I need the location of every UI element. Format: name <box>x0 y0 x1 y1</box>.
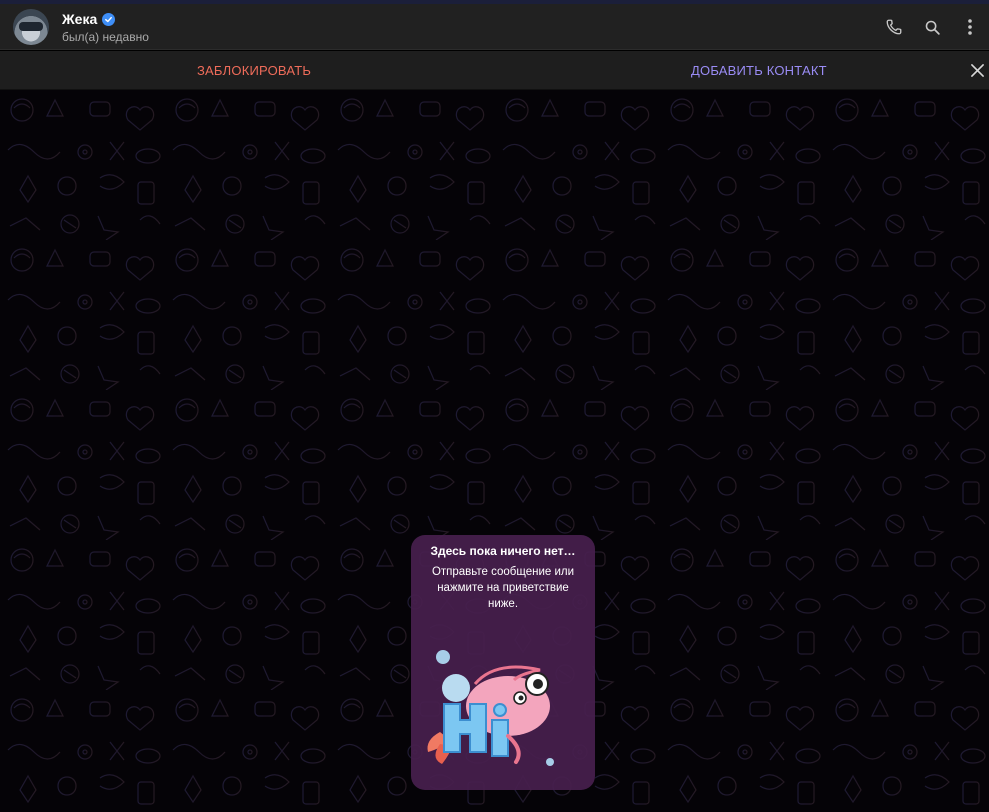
block-button[interactable]: ЗАБЛОКИРОВАТЬ <box>197 51 311 90</box>
hi-sticker[interactable] <box>420 640 570 770</box>
search-button[interactable] <box>913 4 951 50</box>
avatar[interactable] <box>13 9 49 45</box>
close-icon <box>970 64 984 77</box>
close-bar-button[interactable] <box>965 51 989 90</box>
empty-title: Здесь пока ничего нет… <box>430 544 576 558</box>
call-button[interactable] <box>875 4 913 50</box>
verified-icon <box>102 12 116 26</box>
add-contact-button[interactable]: ДОБАВИТЬ КОНТАКТ <box>691 51 827 90</box>
peer-status: был(а) недавно <box>62 30 149 44</box>
search-icon <box>925 20 940 35</box>
more-vertical-icon <box>968 19 972 35</box>
empty-description: Отправьте сообщение или нажмите на приве… <box>431 566 575 610</box>
chat-header: Жека был(а) недавно <box>0 4 989 50</box>
contact-action-bar: ЗАБЛОКИРОВАТЬ ДОБАВИТЬ КОНТАКТ <box>0 51 989 90</box>
more-button[interactable] <box>951 4 989 50</box>
peer-name: Жека <box>62 11 98 27</box>
peer-info[interactable]: Жека был(а) недавно <box>62 10 149 44</box>
phone-icon <box>886 19 902 35</box>
